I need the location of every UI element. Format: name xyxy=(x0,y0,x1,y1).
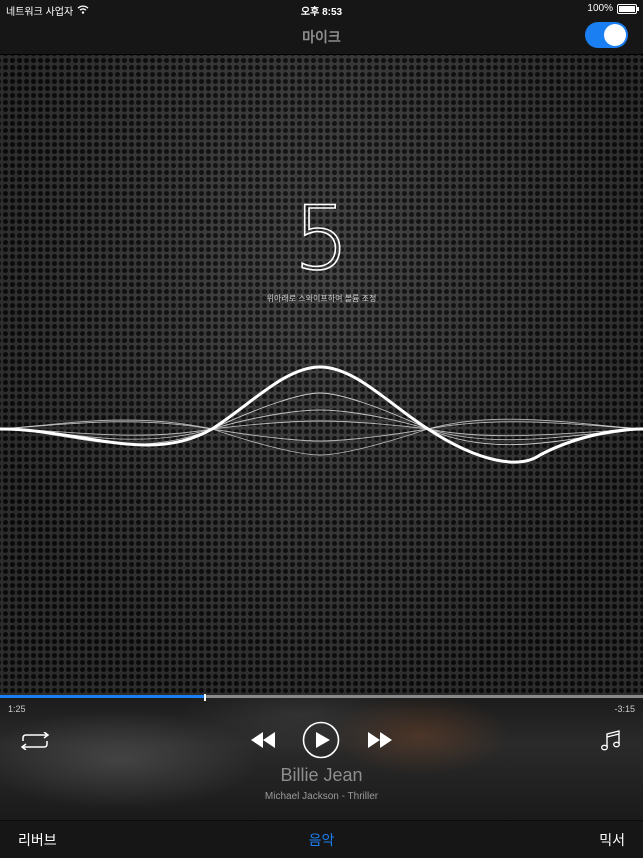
remaining-time: -3:15 xyxy=(614,704,635,714)
play-button[interactable] xyxy=(302,721,340,759)
play-icon xyxy=(302,721,340,759)
wave-line-thin-1 xyxy=(0,392,643,446)
song-artist-album: Michael Jackson - Thriller xyxy=(264,791,379,802)
status-time: 오후 8:53 xyxy=(300,7,343,18)
speaker-grille-panel[interactable]: 5 위아래로 스와이프하여 볼륨 조정 xyxy=(0,55,643,695)
progress-thumb[interactable] xyxy=(204,694,207,701)
now-playing-panel: 1:25 -3:15 Billie Jean Michael Jackson -… xyxy=(0,694,643,820)
battery-percent: 100% xyxy=(587,3,613,14)
toggle-knob xyxy=(604,24,626,46)
song-title: Billie Jean xyxy=(280,765,363,785)
fast-forward-icon xyxy=(368,732,392,748)
tab-mixer[interactable]: 믹서 xyxy=(599,830,625,850)
page-title: 마이크 xyxy=(302,29,341,45)
tab-music[interactable]: 음악 xyxy=(0,830,643,850)
wave-line-thin-3 xyxy=(0,420,643,437)
music-note-icon xyxy=(601,730,620,751)
wave-line-main xyxy=(0,365,643,464)
elapsed-time: 1:25 xyxy=(8,704,26,714)
battery-icon xyxy=(617,3,639,14)
status-bar: 네트워크 사업자 오후 8:53 100% xyxy=(0,0,643,18)
repeat-icon xyxy=(20,732,50,750)
progress-bar[interactable] xyxy=(0,694,643,701)
volume-hint: 위아래로 스와이프하여 볼륨 조정 xyxy=(266,294,377,303)
repeat-button[interactable] xyxy=(16,729,54,753)
mic-toggle[interactable] xyxy=(585,22,628,48)
rewind-icon xyxy=(251,732,275,748)
volume-value: 5 xyxy=(293,187,351,290)
audio-waveform xyxy=(0,365,643,464)
nav-bar: 마이크 xyxy=(0,18,643,55)
tab-bar: 리버브 음악 믹서 xyxy=(0,820,643,858)
music-library-button[interactable] xyxy=(598,728,624,754)
fast-forward-button[interactable] xyxy=(367,730,393,750)
rewind-button[interactable] xyxy=(250,730,276,750)
progress-fill xyxy=(0,695,205,698)
wave-line-thin-2 xyxy=(0,409,643,441)
